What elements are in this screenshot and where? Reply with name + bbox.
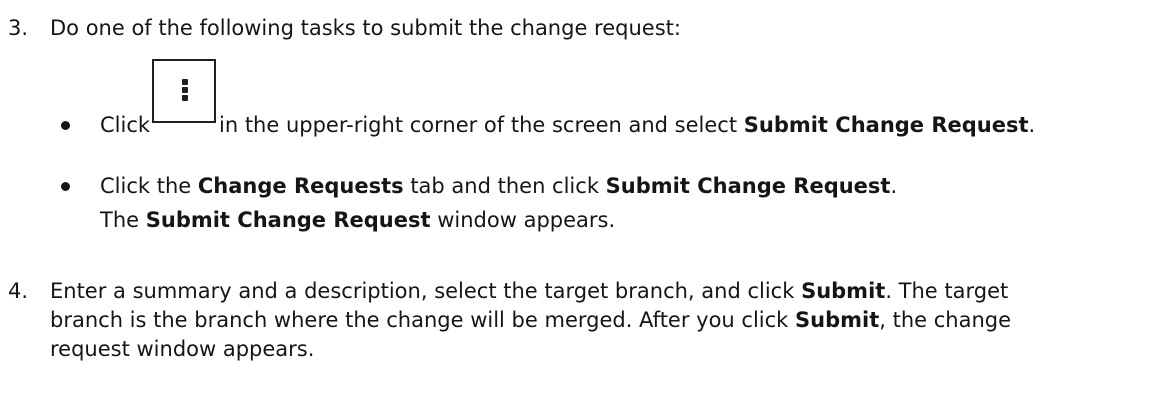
option-line: Click — [100, 111, 150, 139]
bullet — [61, 121, 70, 130]
option-text: . — [1028, 113, 1036, 137]
option-text: The — [100, 208, 140, 232]
option-text: tab and then click — [410, 174, 599, 198]
kebab-dot — [182, 87, 188, 93]
tab-name: Change Requests — [197, 174, 404, 198]
option-text: window appears. — [437, 208, 616, 232]
button-name: Submit — [795, 308, 880, 332]
step-text-segment: . The target — [885, 279, 1009, 303]
step-number: 3. — [8, 16, 29, 40]
option-line: in the upper-right corner of the screen … — [219, 111, 1035, 139]
action-name: Submit Change Request — [605, 174, 891, 198]
step-text-segment: branch is the branch where the change wi… — [50, 308, 789, 332]
window-name: Submit Change Request — [145, 208, 431, 232]
bullet — [61, 182, 70, 191]
option-line: The Submit Change Request window appears… — [100, 206, 615, 234]
option-text: . — [890, 174, 898, 198]
step-number: 4. — [8, 279, 29, 303]
kebab-dot — [182, 95, 188, 101]
button-name: Submit — [801, 279, 886, 303]
kebab-dot — [182, 79, 188, 85]
step-text: Enter a summary and a description, selec… — [50, 277, 1008, 305]
step-text: request window appears. — [50, 337, 315, 361]
step-text-segment: , the change — [879, 308, 1012, 332]
step-text: Do one of the following tasks to submit … — [50, 16, 681, 40]
option-text: in the upper-right corner of the screen … — [219, 113, 738, 137]
step-text: branch is the branch where the change wi… — [50, 306, 1011, 334]
option-text: Click the — [100, 174, 192, 198]
step-text-segment: Enter a summary and a description, selec… — [50, 279, 795, 303]
option-text: Click — [100, 113, 151, 137]
option-line: Click the Change Requests tab and then c… — [100, 172, 897, 200]
menu-item-name: Submit Change Request — [743, 113, 1029, 137]
kebab-menu-icon — [152, 59, 216, 123]
